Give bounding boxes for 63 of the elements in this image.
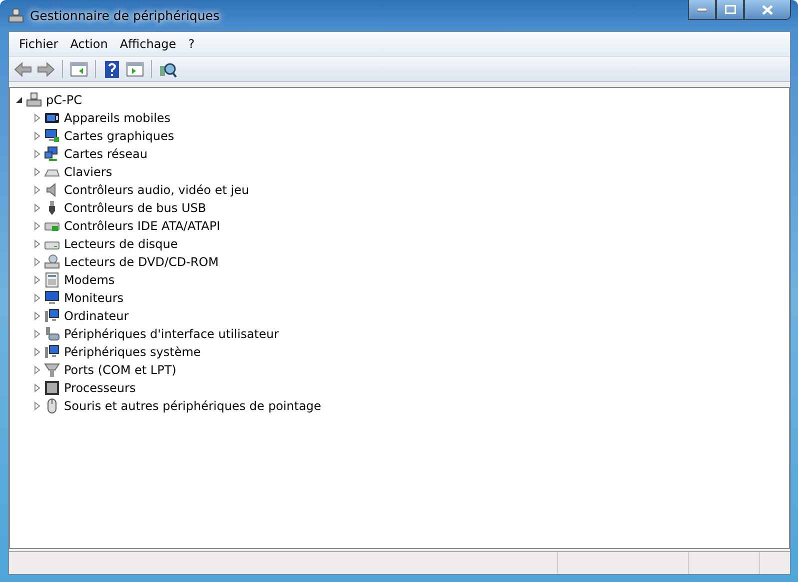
expand-arrow-icon[interactable] xyxy=(32,401,42,411)
tree-item[interactable]: Lecteurs de DVD/CD-ROM xyxy=(64,255,219,269)
expand-arrow-icon[interactable] xyxy=(32,293,42,303)
tree-item[interactable]: Appareils mobiles xyxy=(64,111,171,125)
tree-item[interactable]: Contrôleurs audio, vidéo et jeu xyxy=(64,183,250,197)
expand-arrow-icon[interactable] xyxy=(32,167,42,177)
maximize-button[interactable] xyxy=(716,0,744,20)
tree-item[interactable]: Ordinateur xyxy=(64,309,129,323)
monitor-icon xyxy=(44,128,60,144)
expand-arrow-icon[interactable] xyxy=(32,131,42,141)
gamepad-icon xyxy=(44,326,60,342)
network-icon xyxy=(44,146,60,162)
expand-arrow-icon[interactable] xyxy=(32,275,42,285)
expand-arrow-icon[interactable] xyxy=(32,221,42,231)
expand-arrow-icon[interactable] xyxy=(32,257,42,267)
expand-arrow-icon[interactable] xyxy=(32,113,42,123)
help-icon[interactable] xyxy=(102,60,122,78)
tree-item[interactable]: Souris et autres périphériques de pointage xyxy=(64,399,322,413)
expand-arrow-icon[interactable] xyxy=(32,149,42,159)
menu-item[interactable]: Action xyxy=(64,35,114,53)
tree-item[interactable]: Cartes réseau xyxy=(64,147,148,161)
tree-item[interactable]: Périphériques d'interface utilisateur xyxy=(64,327,279,341)
close-icon xyxy=(762,4,773,14)
disc-drive-icon xyxy=(44,254,60,270)
minimize-button[interactable] xyxy=(688,0,716,20)
tree-item[interactable]: Périphériques système xyxy=(64,345,201,359)
minimize-icon xyxy=(697,8,707,12)
computer-icon xyxy=(44,344,60,360)
expand-arrow-icon[interactable] xyxy=(32,203,42,213)
expand-arrow-icon[interactable] xyxy=(32,347,42,357)
window-title: Gestionnaire de périphériques xyxy=(30,8,220,23)
show-tree-icon[interactable] xyxy=(69,60,89,78)
menu-item[interactable]: ? xyxy=(182,35,201,53)
computer-icon xyxy=(26,92,42,108)
port-icon xyxy=(44,362,60,378)
expand-arrow-icon[interactable] xyxy=(32,383,42,393)
tree-item[interactable]: Contrôleurs de bus USB xyxy=(64,201,206,215)
menu-item[interactable]: Affichage xyxy=(114,35,182,53)
computer-icon xyxy=(44,308,60,324)
tree-item[interactable]: Contrôleurs IDE ATA/ATAPI xyxy=(64,219,220,233)
tree-item[interactable]: Moniteurs xyxy=(64,291,124,305)
expand-arrow-icon[interactable] xyxy=(32,365,42,375)
tree-item[interactable]: Ports (COM et LPT) xyxy=(64,363,176,377)
tree-item[interactable]: Processeurs xyxy=(64,381,136,395)
close-button[interactable] xyxy=(744,0,791,20)
action-pane-icon[interactable] xyxy=(125,60,145,78)
expand-arrow-icon[interactable] xyxy=(32,329,42,339)
modem-icon xyxy=(44,272,60,288)
collapse-arrow-icon[interactable] xyxy=(14,95,24,105)
processor-icon xyxy=(44,380,60,396)
tree-item[interactable]: Claviers xyxy=(64,165,112,179)
maximize-icon xyxy=(724,5,736,14)
tree-item[interactable]: Modems xyxy=(64,273,115,287)
device-manager-icon xyxy=(8,8,24,24)
monitor-icon xyxy=(44,290,60,306)
expand-arrow-icon[interactable] xyxy=(32,311,42,321)
expand-arrow-icon[interactable] xyxy=(32,239,42,249)
tree-item[interactable]: pC-PC xyxy=(46,93,82,107)
menu-item[interactable]: Fichier xyxy=(13,35,64,53)
phone-icon xyxy=(44,110,60,126)
expand-arrow-icon[interactable] xyxy=(32,185,42,195)
tree-item[interactable]: Lecteurs de disque xyxy=(64,237,178,251)
tree-item[interactable]: Cartes graphiques xyxy=(64,129,174,143)
